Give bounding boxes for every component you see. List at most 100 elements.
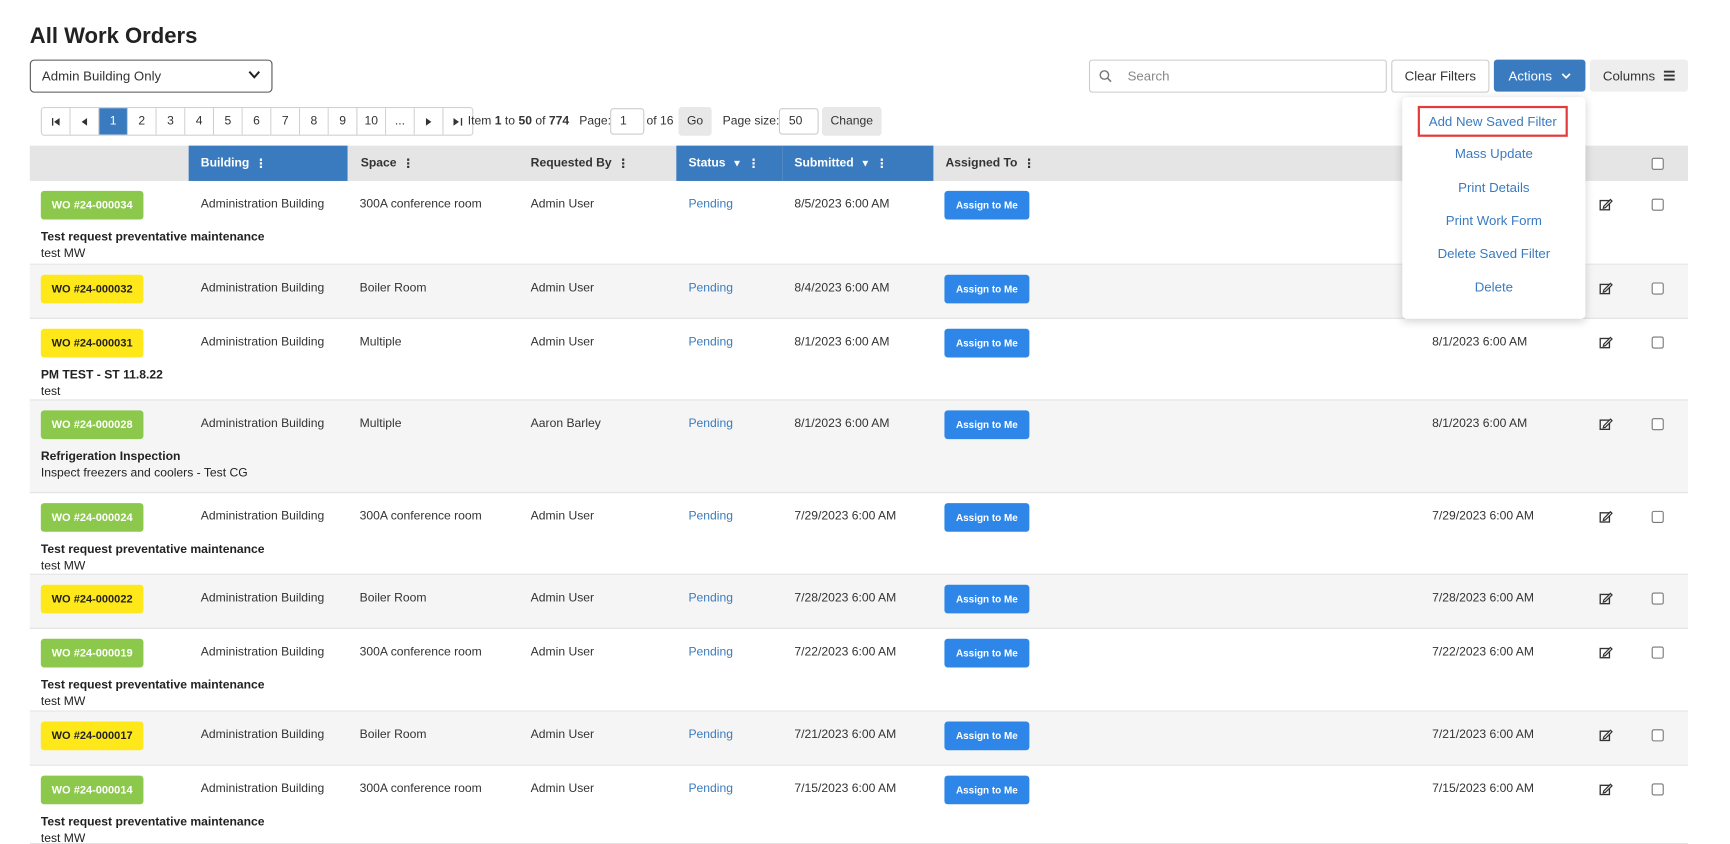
page-link-more[interactable]: ... — [386, 108, 415, 135]
row-checkbox[interactable] — [1651, 646, 1664, 659]
assign-to-me-button[interactable]: Assign to Me — [944, 328, 1030, 358]
submitted-cell: 7/28/2023 6:00 AM — [794, 591, 897, 605]
assign-to-me-button[interactable]: Assign to Me — [944, 274, 1030, 304]
column-menu-icon[interactable]: ⋮ — [876, 156, 888, 170]
assign-to-me-button[interactable]: Assign to Me — [944, 190, 1030, 220]
page-link[interactable]: 2 — [127, 108, 157, 135]
work-order-badge[interactable]: WO #24-000034 — [40, 190, 144, 220]
select-all-checkbox[interactable] — [1651, 157, 1664, 170]
clear-filters-button[interactable]: Clear Filters — [1391, 59, 1490, 93]
menu-item-delete[interactable]: Delete — [1402, 279, 1585, 294]
edit-icon[interactable] — [1599, 782, 1614, 797]
edit-icon[interactable] — [1599, 728, 1614, 743]
page-link[interactable]: 9 — [328, 108, 358, 135]
assign-to-me-button[interactable]: Assign to Me — [944, 721, 1030, 751]
status-cell[interactable]: Pending — [688, 417, 733, 430]
row-checkbox[interactable] — [1651, 510, 1664, 523]
work-order-badge[interactable]: WO #24-000028 — [40, 410, 144, 440]
column-header-space[interactable]: Space ⋮ — [349, 146, 519, 181]
column-menu-icon[interactable]: ⋮ — [748, 156, 760, 170]
edit-icon[interactable] — [1599, 335, 1614, 350]
assign-to-me-button[interactable]: Assign to Me — [944, 638, 1030, 668]
column-menu-icon[interactable]: ⋮ — [402, 156, 414, 170]
description-title: Test request preventative maintenance — [40, 815, 265, 829]
status-cell[interactable]: Pending — [688, 510, 733, 523]
status-cell[interactable]: Pending — [688, 782, 733, 795]
status-cell[interactable]: Pending — [688, 335, 733, 348]
status-cell[interactable]: Pending — [688, 728, 733, 741]
actions-button[interactable]: Actions — [1493, 59, 1586, 92]
requested-by-cell: Admin User — [530, 509, 595, 523]
row-checkbox[interactable] — [1651, 592, 1664, 605]
menu-item-add-new-saved-filter[interactable]: Add New Saved Filter — [1417, 105, 1568, 137]
work-order-badge[interactable]: WO #24-000014 — [40, 775, 144, 805]
column-menu-icon[interactable]: ⋮ — [1023, 156, 1035, 170]
edit-icon[interactable] — [1599, 197, 1614, 212]
space-cell: Boiler Room — [359, 591, 427, 605]
work-order-badge[interactable]: WO #24-000024 — [40, 503, 144, 532]
edit-icon[interactable] — [1599, 417, 1614, 432]
menu-item-print-details[interactable]: Print Details — [1402, 180, 1585, 195]
edit-icon[interactable] — [1599, 510, 1614, 525]
work-order-badge[interactable]: WO #24-000017 — [40, 721, 144, 751]
page-link[interactable]: 10 — [357, 108, 387, 135]
assign-to-me-button[interactable]: Assign to Me — [944, 584, 1030, 614]
first-page-icon[interactable] — [41, 108, 71, 135]
search-input[interactable]: Search — [1088, 59, 1387, 93]
columns-button[interactable]: Columns — [1589, 59, 1689, 92]
row-checkbox[interactable] — [1651, 418, 1664, 431]
prev-page-icon[interactable] — [70, 108, 100, 135]
column-menu-icon[interactable]: ⋮ — [617, 156, 629, 170]
row-checkbox[interactable] — [1651, 729, 1664, 742]
page-link[interactable]: 3 — [156, 108, 186, 135]
space-cell: 300A conference room — [359, 645, 482, 659]
status-cell[interactable]: Pending — [688, 645, 733, 658]
page-link[interactable]: 8 — [300, 108, 329, 135]
row-checkbox[interactable] — [1651, 282, 1664, 295]
menu-item-delete-saved-filter[interactable]: Delete Saved Filter — [1402, 246, 1585, 261]
status-cell[interactable]: Pending — [688, 197, 733, 210]
submitted-cell: 7/22/2023 6:00 AM — [794, 645, 897, 659]
next-page-icon[interactable] — [414, 108, 444, 135]
work-order-badge[interactable]: WO #24-000032 — [40, 274, 144, 304]
assign-to-me-button[interactable]: Assign to Me — [944, 410, 1030, 440]
date-cell: 7/15/2023 6:00 AM — [1432, 782, 1534, 796]
menu-item-mass-update[interactable]: Mass Update — [1402, 146, 1585, 161]
saved-filter-select[interactable]: Admin Building Only — [29, 59, 273, 93]
edit-icon[interactable] — [1599, 645, 1614, 660]
status-cell[interactable]: Pending — [688, 591, 733, 604]
menu-item-print-work-form[interactable]: Print Work Form — [1402, 213, 1585, 228]
page-link[interactable]: 7 — [271, 108, 301, 135]
filter-arrow-icon[interactable]: ▼ — [860, 158, 870, 169]
page-number-input[interactable]: 1 — [610, 108, 645, 135]
row-checkbox[interactable] — [1651, 336, 1664, 349]
go-button[interactable]: Go — [678, 107, 712, 136]
page-size-input[interactable]: 50 — [778, 108, 819, 135]
work-order-badge[interactable]: WO #24-000019 — [40, 638, 144, 668]
row-checkbox[interactable] — [1651, 783, 1664, 796]
assign-to-me-button[interactable]: Assign to Me — [944, 503, 1030, 532]
filter-arrow-icon[interactable]: ▼ — [732, 158, 742, 169]
status-cell[interactable]: Pending — [688, 281, 733, 294]
page-link[interactable]: 5 — [214, 108, 243, 135]
work-order-badge[interactable]: WO #24-000031 — [40, 328, 144, 358]
actions-dropdown-menu: Add New Saved Filter Mass Update Print D… — [1402, 97, 1586, 319]
work-order-badge[interactable]: WO #24-000022 — [40, 584, 144, 614]
building-cell: Administration Building — [200, 197, 325, 211]
assign-to-me-button[interactable]: Assign to Me — [944, 775, 1030, 805]
column-header-requested-by[interactable]: Requested By ⋮ — [519, 146, 677, 181]
edit-icon[interactable] — [1599, 281, 1614, 296]
column-header-building[interactable]: Building ⋮ — [188, 145, 348, 181]
column-header-assigned-to[interactable]: Assigned To ⋮ — [933, 146, 1264, 181]
row-checkbox[interactable] — [1651, 198, 1664, 211]
column-menu-icon[interactable]: ⋮ — [255, 156, 267, 170]
space-cell: Multiple — [359, 417, 402, 431]
change-button[interactable]: Change — [821, 107, 882, 136]
page-link[interactable]: 4 — [185, 108, 215, 135]
column-header-status[interactable]: Status ▼ ⋮ — [676, 145, 783, 181]
edit-icon[interactable] — [1599, 591, 1614, 606]
column-header-submitted[interactable]: Submitted ▼ ⋮ — [782, 145, 934, 181]
page-link[interactable]: 6 — [242, 108, 272, 135]
page-link[interactable]: 1 — [99, 108, 128, 135]
submitted-cell: 7/21/2023 6:00 AM — [794, 728, 897, 742]
